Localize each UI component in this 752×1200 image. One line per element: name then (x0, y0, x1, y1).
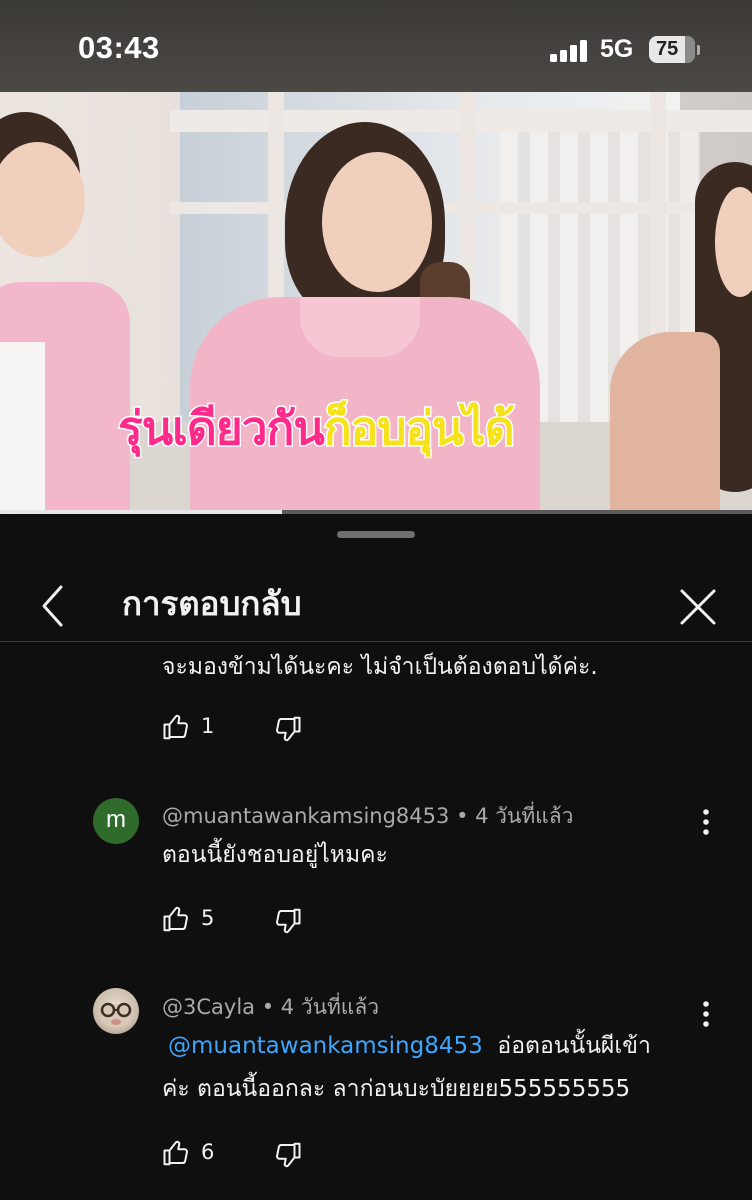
status-bar: 03:43 5G 75 (0, 0, 752, 92)
comment-text: ตอนนี้ยังชอบอยู่ไหมคะ (162, 842, 388, 868)
battery-tip (697, 45, 700, 55)
caption-part-pink: รุ่นเดียวกัน (117, 400, 327, 457)
more-button[interactable] (691, 804, 721, 844)
comment-text: @muantawankamsing8453 อ่อตอนนั้นผีเข้า (168, 1025, 651, 1067)
battery-icon: 75 (649, 36, 695, 63)
mention-link[interactable]: @muantawankamsing8453 (168, 1033, 483, 1059)
replies-header: การตอบกลับ (0, 561, 752, 641)
more-button[interactable] (691, 996, 721, 1036)
thumbs-up-icon (163, 1140, 188, 1166)
like-button[interactable] (162, 1138, 202, 1172)
thumbs-up-icon (163, 714, 188, 740)
thumbs-down-icon (276, 908, 301, 934)
more-vertical-icon (703, 1001, 709, 1027)
like-count: 5 (201, 906, 215, 930)
chevron-left-icon (42, 585, 63, 627)
comment-author[interactable]: @muantawankamsing8453 (162, 804, 449, 828)
like-button[interactable] (162, 712, 202, 746)
comment-time: 4 วันที่แล้ว (475, 804, 574, 828)
comment-author[interactable]: @3Cayla (162, 995, 255, 1019)
video-player[interactable]: รุ่นเดียวกันก็อบอุ่นได้ (0, 92, 752, 512)
person-center-collar (300, 297, 420, 357)
video-progress-bar[interactable] (0, 510, 752, 514)
thumbs-up-icon (163, 906, 188, 932)
back-button[interactable] (28, 571, 78, 631)
comment-text-line2: ค่ะ ตอนนี้ออกละ ลาก่อนบะบัยยยย555555555 (162, 1076, 631, 1102)
avatar-image (100, 1002, 132, 1028)
comment-text-line1: อ่อตอนนั้นผีเข้า (497, 1033, 651, 1059)
comment-meta: @muantawankamsing8453 • 4 วันที่แล้ว (162, 804, 574, 828)
page-title: การตอบกลับ (122, 584, 302, 623)
battery-level: 75 (656, 38, 679, 60)
dislike-button[interactable] (272, 906, 312, 940)
close-button[interactable] (670, 571, 726, 631)
avatar[interactable]: m (93, 798, 139, 844)
thumbs-down-icon (276, 1142, 301, 1168)
signal-icon (550, 40, 590, 62)
thumbs-down-icon (276, 716, 301, 742)
comment-time: 4 วันที่แล้ว (280, 995, 380, 1019)
more-vertical-icon (703, 809, 709, 835)
drag-handle[interactable] (337, 531, 415, 538)
dislike-button[interactable] (272, 1140, 312, 1174)
caption-part-yellow: ก็อบอุ่นได้ (322, 400, 516, 457)
person-left-shirt (0, 342, 45, 512)
person-center-face (322, 152, 432, 292)
replies-panel: การตอบกลับ จะมองข้ามได้นะคะ ไม่จำเป็นต้อ… (0, 516, 752, 1200)
clock: 03:43 (78, 30, 160, 65)
like-count: 1 (201, 714, 215, 738)
video-progress-fill (0, 510, 282, 514)
person-right-arm (610, 332, 720, 512)
avatar[interactable] (93, 988, 139, 1034)
dislike-button[interactable] (272, 714, 312, 748)
comment-text: จะมองข้ามได้นะคะ ไม่จำเป็นต้องตอบได้ค่ะ. (162, 654, 598, 680)
like-button[interactable] (162, 904, 202, 938)
close-icon (680, 589, 716, 625)
like-count: 6 (201, 1140, 215, 1164)
network-type: 5G (600, 35, 634, 63)
video-caption: รุ่นเดียวกันก็อบอุ่นได้ (117, 392, 517, 465)
comment-meta: @3Cayla • 4 วันที่แล้ว (162, 995, 380, 1019)
header-divider (0, 641, 752, 642)
